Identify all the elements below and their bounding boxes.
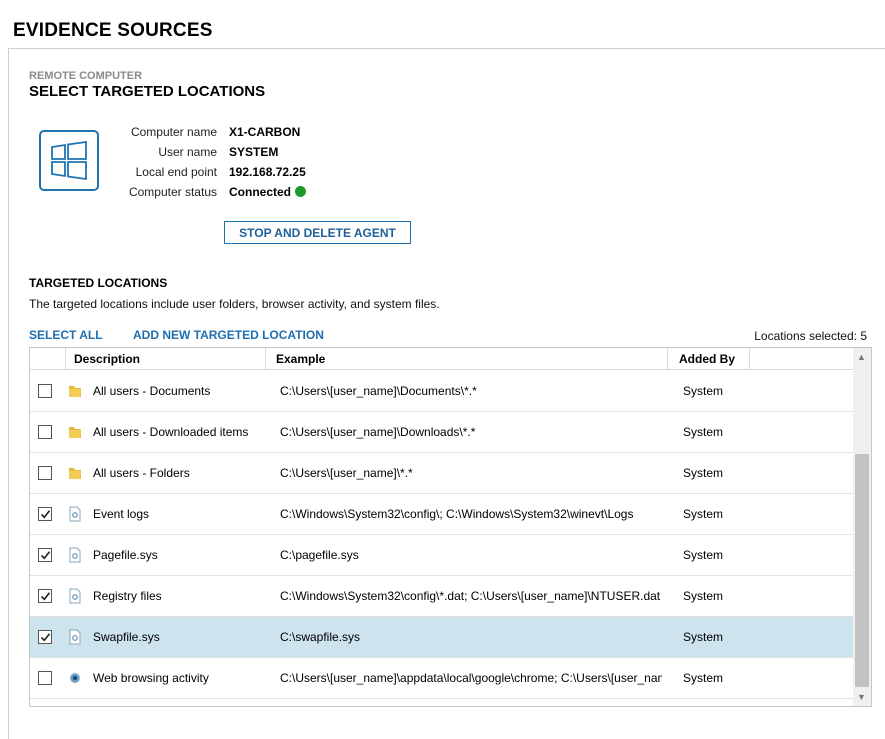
row-description: All users - Documents — [93, 384, 211, 398]
row-description: Event logs — [93, 507, 150, 521]
row-checkbox[interactable] — [38, 507, 52, 521]
row-added-by: System — [683, 507, 724, 521]
targeted-locations-description: The targeted locations include user fold… — [29, 297, 440, 311]
row-added-by: System — [683, 671, 724, 685]
info-value: 192.168.72.25 — [229, 165, 306, 179]
web-browser-icon — [68, 670, 82, 686]
table-row[interactable]: Swapfile.sys C:\swapfile.sys System — [30, 617, 854, 658]
header-added-by[interactable]: Added By — [668, 348, 750, 370]
locations-selected-count: Locations selected: 5 — [754, 329, 867, 343]
table-row[interactable]: All users - Folders C:\Users\[user_name]\… — [30, 453, 854, 494]
row-description: Swapfile.sys — [93, 630, 160, 644]
folder-icon — [68, 424, 82, 440]
info-user-name: User name SYSTEM — [100, 145, 400, 161]
status-online-icon — [295, 186, 307, 197]
row-added-by: System — [683, 589, 724, 603]
row-checkbox[interactable] — [38, 384, 52, 398]
info-computer-status: Computer status Connected — [100, 185, 400, 201]
header-checkbox-column — [30, 348, 66, 370]
row-checkbox[interactable] — [38, 671, 52, 685]
table-row[interactable]: Web browsing activity C:\Users\[user_name… — [30, 658, 854, 699]
table-row[interactable]: Pagefile.sys C:\pagefile.sys System — [30, 535, 854, 576]
scrollbar-thumb[interactable] — [855, 454, 869, 687]
row-added-by: System — [683, 384, 724, 398]
table-row[interactable]: All users - Documents C:\Users\[user_name… — [30, 371, 854, 412]
info-computer-name: Computer name X1-CARBON — [100, 125, 400, 141]
row-example: C:\Windows\System32\config\; C:\Windows\… — [280, 507, 634, 521]
row-checkbox[interactable] — [38, 630, 52, 644]
system-file-icon — [68, 629, 82, 645]
row-added-by: System — [683, 425, 724, 439]
info-label: Computer status — [128, 185, 217, 199]
info-label: Computer name — [130, 125, 217, 139]
add-new-targeted-location-link[interactable]: ADD NEW TARGETED LOCATION — [133, 328, 324, 342]
row-checkbox[interactable] — [38, 548, 52, 562]
row-example: C:\Users\[user_name]\appdata\local\googl… — [280, 671, 662, 685]
row-example: C:\pagefile.sys — [280, 548, 359, 562]
system-file-icon — [68, 547, 82, 563]
header-description[interactable]: Description — [66, 348, 266, 370]
scroll-down-icon[interactable]: ▼ — [857, 692, 866, 702]
row-description: All users - Folders — [93, 466, 190, 480]
section-title: SELECT TARGETED LOCATIONS — [29, 83, 266, 100]
targeted-locations-heading: TARGETED LOCATIONS — [29, 276, 168, 290]
row-checkbox[interactable] — [38, 425, 52, 439]
row-example: C:\swapfile.sys — [280, 630, 361, 644]
row-checkbox[interactable] — [38, 589, 52, 603]
status-text: Connected — [229, 185, 292, 199]
grid-header: Description Example Added By — [30, 348, 854, 370]
info-label: Local end point — [135, 165, 217, 179]
row-checkbox[interactable] — [38, 466, 52, 480]
table-row[interactable]: Registry files C:\Windows\System32\config… — [30, 576, 854, 617]
windows-logo-icon — [39, 130, 99, 191]
page-title: EVIDENCE SOURCES — [13, 20, 213, 41]
grid-vertical-scrollbar[interactable]: ▲ ▼ — [853, 348, 871, 706]
targeted-locations-grid: Description Example Added By All users -… — [29, 347, 872, 707]
row-example: C:\Users\[user_name]\*.* — [280, 466, 413, 480]
folder-icon — [68, 465, 82, 481]
row-example: C:\Users\[user_name]\Documents\*.* — [280, 384, 477, 398]
row-added-by: System — [683, 548, 724, 562]
info-label: User name — [158, 145, 217, 159]
status-value: Connected — [229, 185, 307, 199]
folder-icon — [68, 383, 82, 399]
info-value: X1-CARBON — [229, 125, 301, 139]
system-file-icon — [68, 588, 82, 604]
select-all-link[interactable]: SELECT ALL — [29, 328, 103, 342]
header-example[interactable]: Example — [266, 348, 668, 370]
row-description: Web browsing activity — [93, 671, 209, 685]
row-description: All users - Downloaded items — [93, 425, 249, 439]
section-kicker: REMOTE COMPUTER — [29, 70, 143, 82]
row-example: C:\Windows\System32\config\*.dat; C:\Use… — [280, 589, 661, 603]
table-row[interactable]: All users - Downloaded items C:\Users\[us… — [30, 412, 854, 453]
row-added-by: System — [683, 630, 724, 644]
row-description: Registry files — [93, 589, 162, 603]
system-file-icon — [68, 506, 82, 522]
row-description: Pagefile.sys — [93, 548, 158, 562]
info-value: SYSTEM — [229, 145, 279, 159]
row-added-by: System — [683, 466, 724, 480]
table-row[interactable]: Event logs C:\Windows\System32\config\; C… — [30, 494, 854, 535]
info-local-end-point: Local end point 192.168.72.25 — [100, 165, 400, 181]
scroll-up-icon[interactable]: ▲ — [857, 352, 866, 362]
row-example: C:\Users\[user_name]\Downloads\*.* — [280, 425, 476, 439]
stop-and-delete-agent-button[interactable]: STOP AND DELETE AGENT — [224, 221, 411, 244]
